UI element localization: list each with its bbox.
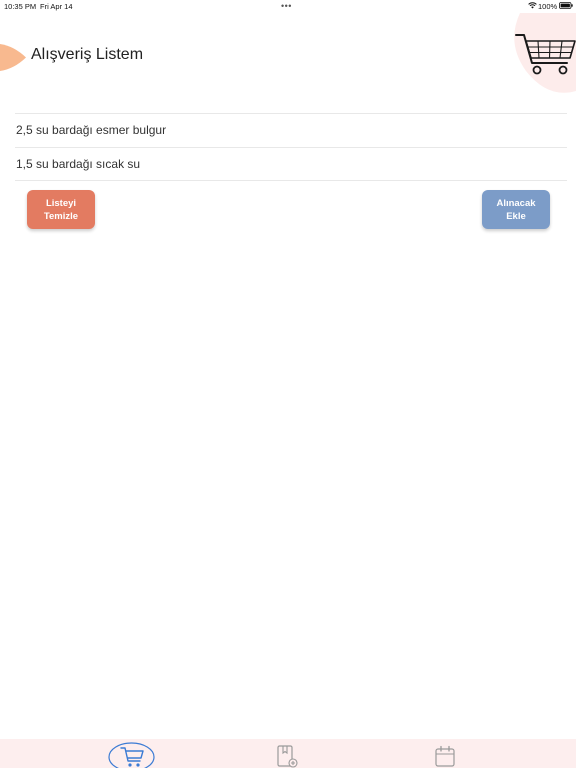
page-title: Alışveriş Listem xyxy=(31,46,144,63)
list-item[interactable]: 2,5 su bardağı esmer bulgur xyxy=(15,113,567,147)
status-bar: 10:35 PM Fri Apr 14 ••• 100% xyxy=(0,0,576,13)
tab-calendar-icon[interactable] xyxy=(433,739,457,768)
shopping-cart-icon xyxy=(515,34,576,75)
add-item-button[interactable]: Alınacak Ekle xyxy=(482,190,550,229)
add-item-label-line2: Ekle xyxy=(506,210,526,222)
clear-list-label-line1: Listeyi xyxy=(45,197,77,209)
header-accent-shape xyxy=(0,44,26,71)
status-time: 10:35 PM xyxy=(4,2,37,11)
battery-percent: 100% xyxy=(538,2,558,11)
tab-recipe-book-icon[interactable] xyxy=(275,739,300,768)
shopping-list: 2,5 su bardağı esmer bulgur 1,5 su barda… xyxy=(15,113,567,181)
tab-bar xyxy=(0,739,576,768)
add-item-label-line1: Alınacak xyxy=(496,197,536,209)
clear-list-button[interactable]: Listeyi Temizle xyxy=(27,190,95,229)
tab-shopping-cart-icon[interactable] xyxy=(108,739,155,768)
status-date: Fri Apr 14 xyxy=(40,2,73,11)
battery-icon xyxy=(559,2,573,9)
multitasking-dots[interactable]: ••• xyxy=(281,1,292,11)
list-item[interactable]: 1,5 su bardağı sıcak su xyxy=(15,147,567,181)
wifi-icon xyxy=(528,2,537,9)
clear-list-label-line2: Temizle xyxy=(43,210,79,222)
